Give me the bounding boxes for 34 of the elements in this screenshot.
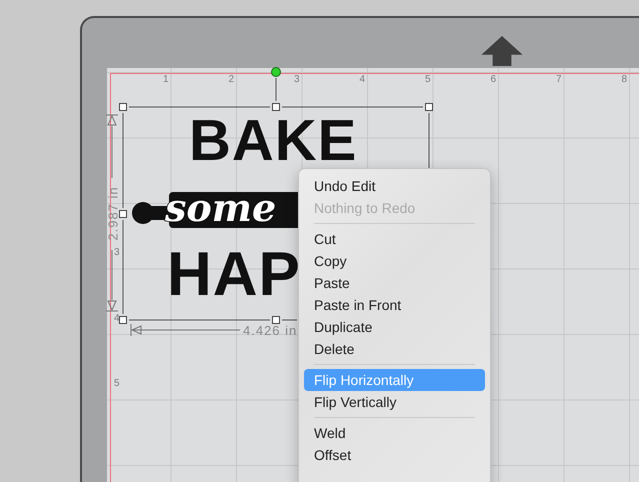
menu-item[interactable]: Weld (304, 422, 485, 444)
menu-item[interactable]: Flip Vertically (304, 391, 485, 413)
menu-item[interactable]: Delete (304, 338, 485, 360)
design-text: BAKE (189, 112, 358, 170)
menu-item[interactable]: Offset (304, 444, 485, 466)
resize-handle[interactable] (119, 316, 127, 324)
rotation-handle[interactable] (271, 67, 281, 77)
ruler-number: 5 (114, 379, 120, 389)
menu-item[interactable]: Undo Edit (304, 175, 485, 197)
ruler-number: 8 (622, 75, 628, 85)
resize-handle[interactable] (425, 103, 433, 111)
ruler-number: 4 (114, 314, 120, 324)
up-arrow-icon[interactable] (480, 36, 524, 66)
design-text: some (165, 186, 276, 230)
menu-item[interactable]: Paste in Front (304, 294, 485, 316)
ruler-number: 3 (294, 75, 300, 85)
dimension-label: 2.987 in (106, 186, 120, 241)
design-text: HAP (167, 244, 301, 306)
resize-handle[interactable] (119, 210, 127, 218)
ruler-number: 6 (490, 75, 496, 85)
ruler-number: 4 (360, 75, 366, 85)
ruler-number: 1 (163, 75, 169, 85)
resize-handle[interactable] (272, 103, 280, 111)
menu-item[interactable]: Copy (304, 250, 485, 272)
ruler-number: 2 (228, 75, 234, 85)
ruler-number: 3 (114, 248, 120, 258)
resize-handle[interactable] (272, 316, 280, 324)
ruler-number: 5 (425, 75, 431, 85)
menu-item[interactable]: Duplicate (304, 316, 485, 338)
resize-handle[interactable] (119, 103, 127, 111)
dimension-label: 4.426 in (243, 324, 298, 337)
menu-item[interactable]: Paste (304, 272, 485, 294)
ruler-number: 7 (556, 75, 562, 85)
menu-item[interactable]: Cut (304, 228, 485, 250)
